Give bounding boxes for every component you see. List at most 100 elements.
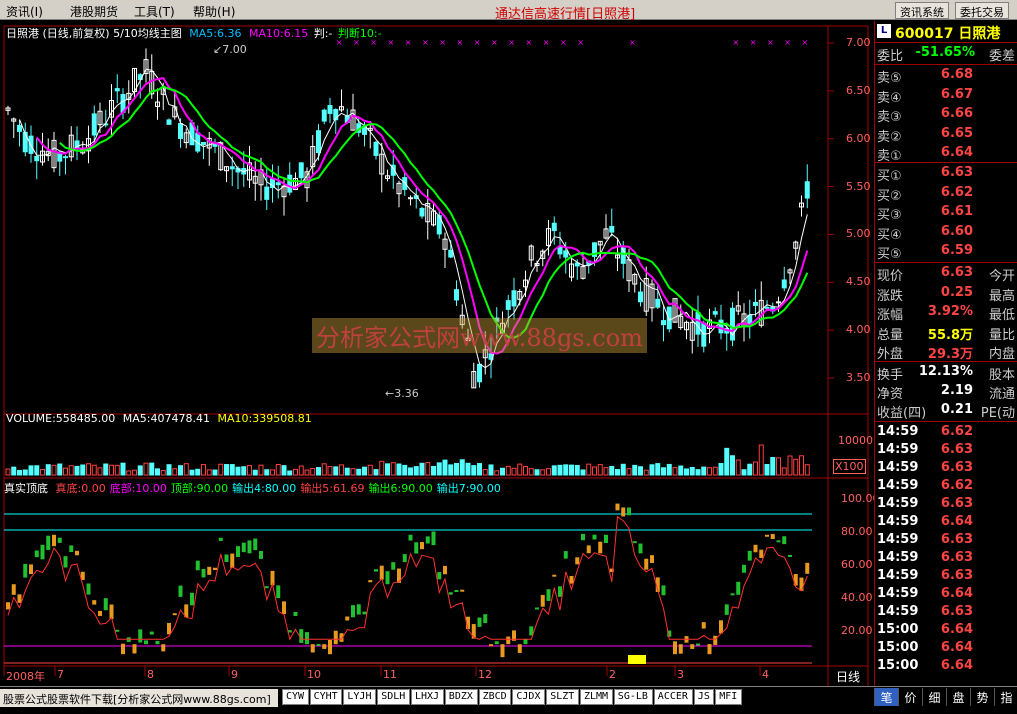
quote-label: 外盘 bbox=[877, 347, 904, 362]
quote-tab-3[interactable]: 盘 bbox=[946, 688, 970, 706]
volume-bar bbox=[247, 465, 252, 476]
quote-label: 涨幅 bbox=[877, 308, 904, 323]
volume-bar bbox=[442, 459, 448, 476]
indicator-bar bbox=[661, 585, 666, 596]
indicator-tab-cyw[interactable]: CYW bbox=[282, 689, 309, 705]
volume-bar bbox=[408, 467, 413, 476]
indicator-bar bbox=[483, 614, 488, 624]
chart-area[interactable]: × × × × × × × × × × × × × × × × × × × × × 日照港 (日线,前复权) 5/10均… bbox=[0, 21, 880, 686]
indicator-bar bbox=[368, 580, 373, 583]
quote-value: 2.19 bbox=[940, 383, 973, 398]
volume-bar bbox=[356, 468, 362, 476]
indicator-bar bbox=[23, 563, 28, 578]
indicator-tab-zlmm[interactable]: ZLMM bbox=[580, 689, 613, 705]
volume-bar bbox=[321, 463, 327, 476]
signal-marker bbox=[628, 655, 646, 664]
candle-body bbox=[264, 186, 270, 200]
volume-bar bbox=[609, 465, 615, 476]
indicator-tab-sdlh[interactable]: SDLH bbox=[377, 689, 410, 705]
tick-price: 6.63 bbox=[940, 568, 973, 583]
judge-label: 判:- bbox=[313, 27, 333, 40]
quote-right-label: 量比 bbox=[988, 327, 1015, 343]
menu-help[interactable]: 帮助(H) bbox=[193, 3, 235, 20]
quote-label: 现价 bbox=[877, 269, 904, 284]
sell-level-row: 卖④ 6.67 bbox=[877, 86, 1017, 106]
tick-price: 6.64 bbox=[940, 586, 973, 601]
quote-label: 买④ bbox=[877, 227, 902, 243]
stat-row: 总量 55.8万 量比 bbox=[877, 323, 1017, 343]
quote-label: 买⑤ bbox=[877, 247, 902, 262]
kline-chart[interactable]: × × × × × × × × × × × × × × × × × × × × × bbox=[0, 21, 873, 686]
indicator-tab-slzt[interactable]: SLZT bbox=[546, 689, 579, 705]
tick-time: 15:00 bbox=[877, 622, 919, 637]
menu-tools[interactable]: 工具(T) bbox=[134, 3, 175, 20]
ad-banner[interactable]: 股票公式股票软件下载[分析家公式网www.88gs.com] bbox=[0, 689, 278, 707]
tick-time: 14:59 bbox=[877, 514, 919, 529]
date-tick-label: 11 bbox=[383, 668, 397, 681]
tick-price: 6.63 bbox=[940, 460, 973, 475]
indicator-bar bbox=[402, 554, 407, 563]
indicator-bar bbox=[627, 507, 631, 516]
low-marker: ←3.36 bbox=[385, 387, 419, 400]
volume-bar bbox=[362, 466, 367, 476]
volume-bar bbox=[390, 462, 396, 476]
volume-bar bbox=[172, 468, 178, 476]
signal-x-mark: × bbox=[457, 38, 464, 47]
quote-tab-4[interactable]: 势 bbox=[970, 688, 994, 706]
volume-bar bbox=[97, 467, 103, 476]
indicator-bar bbox=[517, 644, 522, 653]
quote-value: 6.62 bbox=[940, 184, 973, 200]
volume-bar bbox=[586, 463, 592, 476]
volume-bar bbox=[327, 466, 333, 476]
indicator-bar bbox=[103, 598, 108, 611]
indicator-bar bbox=[328, 639, 332, 655]
menu-info[interactable]: 资讯(I) bbox=[6, 3, 43, 20]
indicator-bar bbox=[753, 544, 758, 553]
indicator-bar bbox=[494, 641, 499, 645]
quote-right-label: PE(动 bbox=[980, 406, 1015, 421]
volume-bar bbox=[804, 464, 810, 476]
quote-tab-0[interactable]: 笔 bbox=[874, 688, 898, 706]
indicator-bar bbox=[144, 640, 148, 645]
tick-price: 6.63 bbox=[940, 604, 973, 619]
indicator-tab-bdzx[interactable]: BDZX bbox=[444, 689, 478, 705]
info-system-button[interactable]: 资讯系统 bbox=[895, 2, 949, 19]
trade-button[interactable]: 委托交易 bbox=[955, 2, 1009, 19]
quote-tab-1[interactable]: 价 bbox=[898, 688, 922, 706]
quote-tab-2[interactable]: 细 bbox=[922, 688, 946, 706]
indicator-tab-zbcd[interactable]: ZBCD bbox=[478, 689, 512, 705]
indicator-bar bbox=[40, 544, 45, 560]
indicator-tab-js[interactable]: JS bbox=[693, 689, 715, 705]
buy-level-row: 买⑤ 6.59 bbox=[877, 242, 1017, 262]
quote-tab-5[interactable]: 指 bbox=[994, 688, 1017, 706]
candle-body bbox=[17, 124, 22, 132]
quote-value: 3.92% bbox=[927, 304, 973, 319]
volume-bar bbox=[396, 463, 402, 476]
indicator-bar bbox=[391, 562, 396, 570]
indicator-bar bbox=[742, 564, 746, 573]
indicator-tab-sg-lb[interactable]: SG-LB bbox=[613, 689, 653, 705]
indicator-bar bbox=[471, 624, 476, 639]
volume-bar bbox=[344, 467, 350, 476]
period-label[interactable]: 日线 bbox=[836, 668, 860, 685]
indicator-tab-mfi[interactable]: MFI bbox=[715, 689, 742, 705]
volume-bar bbox=[68, 465, 74, 476]
indicator-tab-cyht[interactable]: CYHT bbox=[309, 689, 343, 705]
volume-bar bbox=[298, 465, 304, 476]
indicator-tab-cjdx[interactable]: CJDX bbox=[512, 689, 546, 705]
indicator-bar bbox=[109, 604, 114, 620]
volume-bar bbox=[592, 466, 597, 476]
candle-body bbox=[764, 306, 770, 309]
candle-body bbox=[609, 225, 615, 233]
candle-body bbox=[408, 197, 413, 200]
tick-time: 14:59 bbox=[877, 442, 919, 457]
quote-label: 换手 bbox=[877, 368, 904, 383]
indicator-tab-accer[interactable]: ACCER bbox=[653, 689, 693, 705]
volume-bar bbox=[304, 469, 310, 476]
indicator-tab-lyjh[interactable]: LYJH bbox=[343, 689, 377, 705]
menu-hk-futures[interactable]: 港股期货 bbox=[70, 3, 118, 20]
indicator-tab-lhxj[interactable]: LHXJ bbox=[411, 689, 444, 705]
volume-bar bbox=[258, 464, 264, 476]
volume-bar bbox=[270, 469, 275, 476]
indicator-bar bbox=[437, 572, 442, 580]
